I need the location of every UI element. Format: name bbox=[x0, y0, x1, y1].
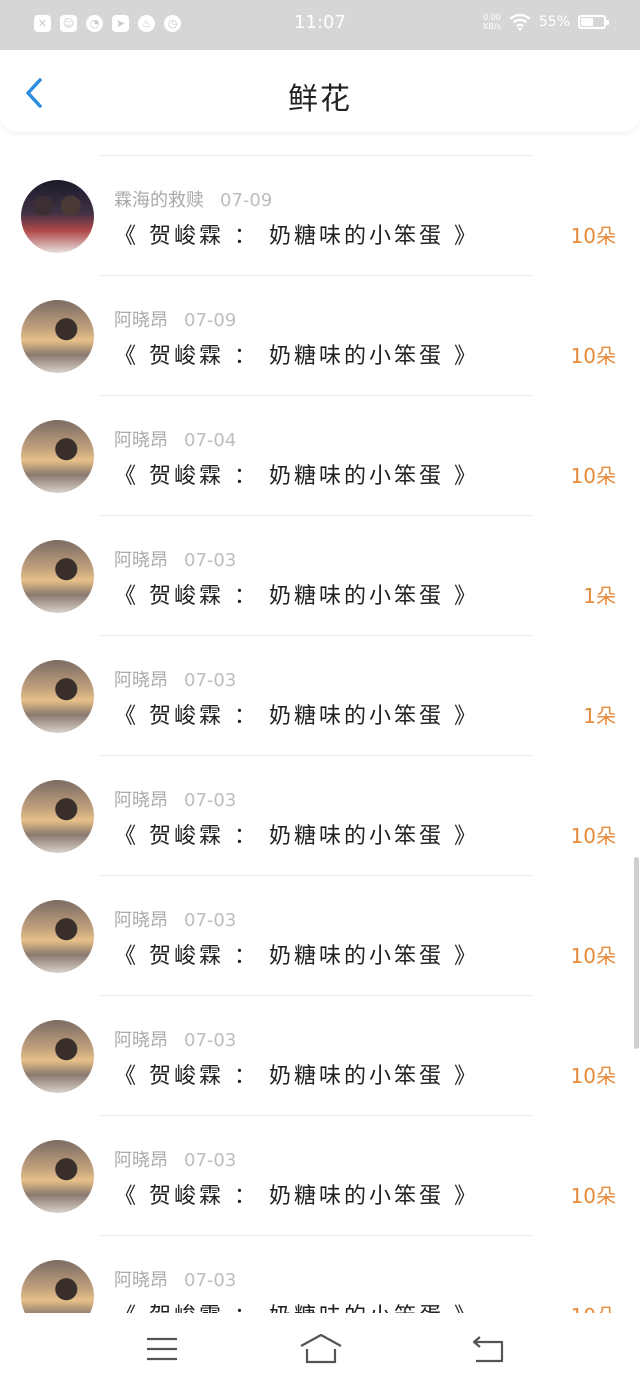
item-date: 07-03 bbox=[184, 670, 237, 691]
list-item[interactable]: 霖海的救赎 07-09 《 贺峻霖 ： 奶糖味的小笨蛋 》 10朵 bbox=[0, 156, 640, 275]
avatar[interactable] bbox=[21, 180, 94, 253]
list-item[interactable]: 阿晓昂 07-04 《 贺峻霖 ： 奶糖味的小笨蛋 》 10朵 bbox=[0, 396, 640, 515]
item-date: 07-03 bbox=[184, 550, 237, 571]
work-title: 《 贺峻霖 ： 奶糖味的小笨蛋 》 bbox=[114, 704, 479, 729]
avatar[interactable] bbox=[21, 1020, 94, 1093]
sender-name[interactable]: 阿晓昂 bbox=[114, 550, 168, 571]
sender-name[interactable]: 阿晓昂 bbox=[114, 790, 168, 811]
work-title: 《 贺峻霖 ： 奶糖味的小笨蛋 》 bbox=[114, 344, 479, 369]
flower-amount: 10朵 bbox=[570, 944, 616, 968]
flower-record-list: 霖海的救赎 07-09 《 贺峻霖 ： 奶糖味的小笨蛋 》 10朵 阿晓昂 07-0… bbox=[0, 155, 640, 1355]
item-date: 07-03 bbox=[184, 1150, 237, 1171]
item-meta: 阿晓昂 07-03 bbox=[114, 786, 236, 812]
list-item[interactable]: 阿晓昂 07-09 《 贺峻霖 ： 奶糖味的小笨蛋 》 10朵 bbox=[0, 276, 640, 395]
sender-name[interactable]: 阿晓昂 bbox=[114, 1030, 168, 1051]
list-item[interactable]: 阿晓昂 07-03 《 贺峻霖 ： 奶糖味的小笨蛋 》 10朵 bbox=[0, 876, 640, 995]
work-title: 《 贺峻霖 ： 奶糖味的小笨蛋 》 bbox=[114, 1184, 479, 1209]
avatar[interactable] bbox=[21, 420, 94, 493]
item-date: 07-03 bbox=[184, 910, 237, 931]
return-icon bbox=[472, 1336, 504, 1363]
item-meta: 阿晓昂 07-03 bbox=[114, 546, 236, 572]
network-speed-unit: KB/s bbox=[483, 22, 501, 31]
flower-amount: 10朵 bbox=[570, 1064, 616, 1088]
work-title: 《 贺峻霖 ： 奶糖味的小笨蛋 》 bbox=[114, 1064, 479, 1089]
work-title: 《 贺峻霖 ： 奶糖味的小笨蛋 》 bbox=[114, 224, 479, 249]
sender-name[interactable]: 阿晓昂 bbox=[114, 910, 168, 931]
avatar[interactable] bbox=[21, 540, 94, 613]
list-item[interactable]: 阿晓昂 07-03 《 贺峻霖 ： 奶糖味的小笨蛋 》 10朵 bbox=[0, 756, 640, 875]
list-item[interactable]: 阿晓昂 07-03 《 贺峻霖 ： 奶糖味的小笨蛋 》 10朵 bbox=[0, 1116, 640, 1235]
avatar[interactable] bbox=[21, 1140, 94, 1213]
list-item[interactable]: 阿晓昂 07-03 《 贺峻霖 ： 奶糖味的小笨蛋 》 10朵 bbox=[0, 996, 640, 1115]
flower-amount: 1朵 bbox=[583, 584, 616, 608]
item-meta: 阿晓昂 07-09 bbox=[114, 306, 236, 332]
home-button[interactable] bbox=[298, 1331, 344, 1367]
network-speed: 0.00 KB/s bbox=[483, 13, 501, 31]
item-meta: 阿晓昂 07-04 bbox=[114, 426, 236, 452]
sender-name[interactable]: 阿晓昂 bbox=[114, 430, 168, 451]
menu-icon bbox=[147, 1337, 177, 1361]
avatar[interactable] bbox=[21, 660, 94, 733]
item-date: 07-09 bbox=[184, 310, 237, 331]
item-date: 07-04 bbox=[184, 430, 237, 451]
battery-percent: 55% bbox=[538, 14, 570, 30]
item-meta: 阿晓昂 07-03 bbox=[114, 666, 236, 692]
item-date: 07-09 bbox=[220, 190, 273, 211]
item-meta: 阿晓昂 07-03 bbox=[114, 906, 236, 932]
page-title: 鲜花 bbox=[288, 82, 352, 117]
avatar[interactable] bbox=[21, 900, 94, 973]
work-title: 《 贺峻霖 ： 奶糖味的小笨蛋 》 bbox=[114, 584, 479, 609]
status-bar: ✕ ☺ ◔ ➤ ♨ ◷ 11:07 0.00 KB/s 55% bbox=[0, 0, 640, 50]
flower-amount: 10朵 bbox=[570, 1184, 616, 1208]
status-right: 0.00 KB/s 55% bbox=[483, 13, 609, 31]
sender-name[interactable]: 阿晓昂 bbox=[114, 1270, 168, 1291]
list-item[interactable]: 阿晓昂 07-03 《 贺峻霖 ： 奶糖味的小笨蛋 》 1朵 bbox=[0, 636, 640, 755]
item-date: 07-03 bbox=[184, 1270, 237, 1291]
flower-amount: 10朵 bbox=[570, 344, 616, 368]
sender-name[interactable]: 阿晓昂 bbox=[114, 310, 168, 331]
battery-fill bbox=[581, 18, 593, 26]
flower-amount: 10朵 bbox=[570, 224, 616, 248]
flower-amount: 1朵 bbox=[583, 704, 616, 728]
sender-name[interactable]: 霖海的救赎 bbox=[114, 190, 204, 211]
list-item[interactable]: 阿晓昂 07-03 《 贺峻霖 ： 奶糖味的小笨蛋 》 1朵 bbox=[0, 516, 640, 635]
item-meta: 阿晓昂 07-03 bbox=[114, 1026, 236, 1052]
home-icon bbox=[300, 1333, 342, 1364]
sender-name[interactable]: 阿晓昂 bbox=[114, 670, 168, 691]
work-title: 《 贺峻霖 ： 奶糖味的小笨蛋 》 bbox=[114, 824, 479, 849]
system-nav-bar bbox=[0, 1313, 640, 1387]
item-date: 07-03 bbox=[184, 1030, 237, 1051]
wifi-icon bbox=[509, 13, 531, 31]
item-date: 07-03 bbox=[184, 790, 237, 811]
flower-amount: 10朵 bbox=[570, 824, 616, 848]
battery-icon bbox=[578, 15, 609, 29]
scrollbar[interactable] bbox=[634, 857, 639, 1049]
item-meta: 阿晓昂 07-03 bbox=[114, 1266, 236, 1292]
item-meta: 阿晓昂 07-03 bbox=[114, 1146, 236, 1172]
app-header: 鲜花 bbox=[0, 50, 640, 132]
network-speed-value: 0.00 bbox=[483, 13, 501, 22]
return-button[interactable] bbox=[468, 1331, 508, 1367]
flower-amount: 10朵 bbox=[570, 464, 616, 488]
item-meta: 霖海的救赎 07-09 bbox=[114, 186, 272, 212]
work-title: 《 贺峻霖 ： 奶糖味的小笨蛋 》 bbox=[114, 464, 479, 489]
avatar[interactable] bbox=[21, 300, 94, 373]
sender-name[interactable]: 阿晓昂 bbox=[114, 1150, 168, 1171]
avatar[interactable] bbox=[21, 780, 94, 853]
work-title: 《 贺峻霖 ： 奶糖味的小笨蛋 》 bbox=[114, 944, 479, 969]
menu-button[interactable] bbox=[142, 1331, 182, 1367]
